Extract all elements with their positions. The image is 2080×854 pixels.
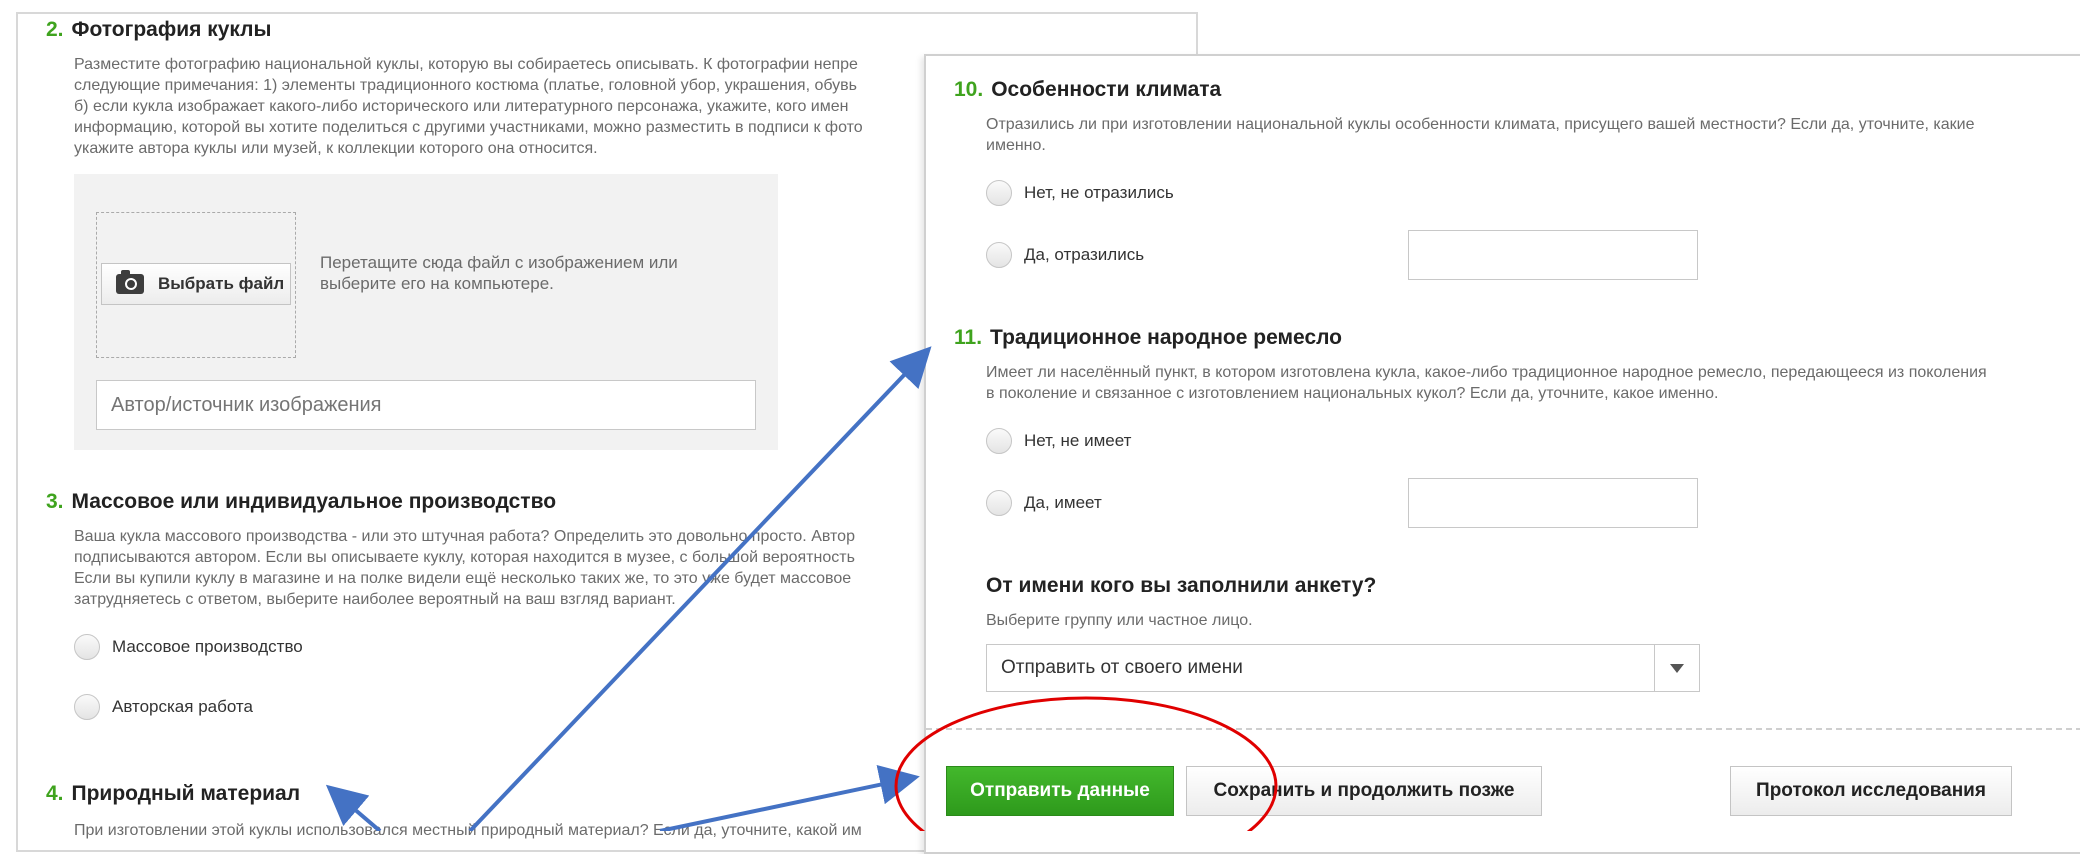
question-2-description: Разместите фотографию национальной куклы… (74, 54, 863, 159)
submit-data-button[interactable]: Отправить данные (946, 766, 1174, 816)
description-line: именно. (986, 137, 1046, 154)
sender-title: От имени кого вы заполнили анкету? (986, 574, 1377, 597)
radio-circle[interactable] (74, 694, 100, 720)
photo-dropzone[interactable]: Выбрать файл (96, 212, 296, 358)
radio-label: Нет, не отразились (1024, 183, 1174, 202)
question-10-number: 10. (954, 78, 984, 101)
radio-label: Массовое производство (112, 637, 303, 656)
question-3-title-text: Массовое или индивидуальное производство (71, 490, 557, 513)
sender-select-value: Отправить от своего имени (1001, 657, 1243, 678)
description-line: информацию, которой вы хотите поделиться… (74, 119, 863, 136)
question-11-title-text: Традиционное народное ремесло (990, 326, 1343, 349)
image-author-input[interactable] (96, 380, 756, 430)
question-4-number: 4. (46, 782, 64, 805)
radio-craft-yes[interactable]: Да, имеет (986, 490, 1102, 516)
sender-select[interactable]: Отправить от своего имени (986, 644, 1700, 692)
description-line: Разместите фотографию национальной куклы… (74, 56, 858, 73)
radio-label: Да, имеет (1024, 493, 1102, 512)
description-line: Отразились ли при изготовлении националь… (986, 116, 1975, 133)
chevron-down-icon (1670, 663, 1684, 673)
description-line: Ваша кукла массового производства - или … (74, 528, 855, 545)
select-toggle[interactable] (1654, 645, 1699, 691)
research-protocol-button[interactable]: Протокол исследования (1730, 766, 2012, 816)
photo-upload-area: Выбрать файл Перетащите сюда файл с изоб… (74, 174, 778, 450)
question-11-title: 11. Традиционное народное ремесло (954, 326, 1342, 350)
sender-hint: Выберите группу или частное лицо. (986, 612, 1253, 629)
description-line: б) если кукла изображает какого-либо ист… (74, 98, 849, 115)
question-4-title: 4. Природный материал (46, 782, 300, 806)
question-10-title: 10. Особенности климата (954, 78, 1221, 102)
radio-circle[interactable] (74, 634, 100, 660)
radio-craft-no[interactable]: Нет, не имеет (986, 428, 1131, 454)
description-line: Имеет ли населённый пункт, в котором изг… (986, 364, 1987, 381)
drop-hint-text: Перетащите сюда файл с изображением или … (320, 252, 678, 294)
radio-circle[interactable] (986, 180, 1012, 206)
radio-circle[interactable] (986, 428, 1012, 454)
save-continue-later-button[interactable]: Сохранить и продолжить позже (1186, 766, 1542, 816)
question-2-title-text: Фотография куклы (71, 18, 272, 41)
radio-circle[interactable] (986, 490, 1012, 516)
description-line: Если вы купили куклу в магазине и на пол… (74, 570, 852, 587)
question-10-title-text: Особенности климата (991, 78, 1222, 101)
question-3-number: 3. (46, 490, 64, 513)
radio-climate-yes[interactable]: Да, отразились (986, 242, 1144, 268)
question-3-description: Ваша кукла массового производства - или … (74, 526, 855, 610)
question-11-number: 11. (954, 326, 983, 349)
choose-file-label: Выбрать файл (158, 274, 285, 293)
question-3-title: 3. Массовое или индивидуальное производст… (46, 490, 556, 514)
craft-details-input[interactable] (1408, 478, 1698, 528)
question-2-title: 2. Фотография куклы (46, 18, 271, 42)
climate-details-input[interactable] (1408, 230, 1698, 280)
choose-file-button[interactable]: Выбрать файл (101, 263, 291, 305)
radio-climate-no[interactable]: Нет, не отразились (986, 180, 1174, 206)
description-line: подписываются автором. Если вы описывает… (74, 549, 855, 566)
description-line: следующие примечания: 1) элементы традиц… (74, 77, 858, 94)
radio-author-work[interactable]: Авторская работа (74, 694, 253, 720)
question-10-description: Отразились ли при изготовлении националь… (986, 114, 1975, 156)
description-line: в поколение и связанное с изготовлением … (986, 385, 1719, 402)
question-11-description: Имеет ли населённый пункт, в котором изг… (986, 362, 1987, 404)
divider (926, 728, 2080, 730)
drop-hint-line: выберите его на компьютере. (320, 274, 554, 293)
radio-mass-production[interactable]: Массовое производство (74, 634, 303, 660)
question-4-title-text: Природный материал (71, 782, 301, 805)
drop-hint-line: Перетащите сюда файл с изображением или (320, 253, 678, 272)
radio-circle[interactable] (986, 242, 1012, 268)
question-2-number: 2. (46, 18, 64, 41)
description-line: укажите автора куклы или музей, к коллек… (74, 140, 598, 157)
foreground-form-panel: 10. Особенности климата Отразились ли при… (924, 54, 2080, 854)
radio-label: Авторская работа (112, 697, 253, 716)
radio-label: Нет, не имеет (1024, 431, 1132, 450)
radio-label: Да, отразились (1024, 245, 1145, 264)
description-line: затрудняетесь с ответом, выберите наибол… (74, 591, 676, 608)
camera-icon (116, 270, 144, 294)
